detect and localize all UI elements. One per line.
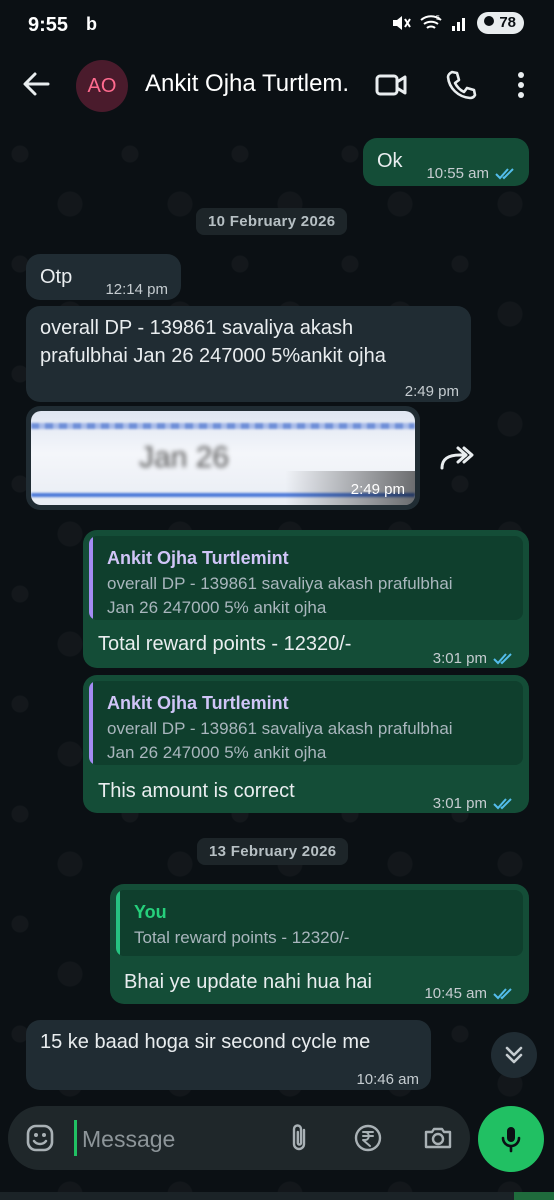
- quote-line: overall DP - 139861 savaliya akash prafu…: [107, 719, 453, 738]
- message-text: Bhai ye update nahi hua hai: [124, 971, 372, 993]
- quote-bar: [116, 890, 120, 956]
- message-time: 12:14 pm: [105, 281, 168, 298]
- carrier-icon: b: [86, 14, 97, 34]
- message-time: 2:49 pm: [404, 383, 459, 400]
- rupee-icon[interactable]: [352, 1122, 384, 1154]
- camera-icon[interactable]: [422, 1122, 454, 1154]
- quoted-message[interactable]: Ankit Ojha Turtlemint overall DP - 13986…: [89, 681, 523, 765]
- system-icons: 5 78: [391, 12, 524, 34]
- quote-text: overall DP - 139861 savaliya akash prafu…: [107, 717, 453, 765]
- message-incoming[interactable]: 15 ke baad hoga sir second cycle me 10:4…: [26, 1020, 431, 1090]
- message-text: This amount is correct: [98, 780, 295, 802]
- message-outgoing[interactable]: Ok 10:55 am: [363, 138, 529, 186]
- quote-sender: You: [134, 902, 167, 922]
- message-image[interactable]: Jan 26 2:49 pm: [26, 406, 420, 510]
- message-meta: 10:45 am: [424, 980, 517, 1008]
- message-outgoing[interactable]: Ankit Ojha Turtlemint overall DP - 13986…: [83, 675, 529, 813]
- phone-icon[interactable]: [444, 68, 478, 102]
- image-thumbnail[interactable]: Jan 26 2:49 pm: [31, 411, 415, 505]
- quote-bar: [89, 536, 93, 620]
- message-meta: 3:01 pm: [433, 645, 517, 673]
- double-check-icon: [495, 168, 514, 180]
- video-call-icon[interactable]: [374, 68, 408, 102]
- quote-line: Jan 26 247000 5% ankit ojha: [107, 743, 327, 762]
- message-outgoing[interactable]: Ankit Ojha Turtlemint overall DP - 13986…: [83, 530, 529, 668]
- message-time: 10:46 am: [356, 1071, 419, 1088]
- double-chevron-down-icon: [505, 1046, 523, 1064]
- double-check-icon: [493, 798, 512, 810]
- message-incoming[interactable]: overall DP - 139861 savaliya akash prafu…: [26, 306, 471, 402]
- quoted-message[interactable]: You Total reward points - 12320/-: [116, 890, 523, 956]
- quoted-message[interactable]: Ankit Ojha Turtlemint overall DP - 13986…: [89, 536, 523, 620]
- wifi-icon: 5: [420, 15, 442, 29]
- double-check-icon: [493, 988, 512, 1000]
- message-time: 3:01 pm: [432, 795, 487, 812]
- quote-text: Total reward points - 12320/-: [134, 926, 349, 950]
- quote-line: overall DP - 139861 savaliya akash prafu…: [107, 574, 453, 593]
- message-time: 10:55 am: [426, 165, 489, 182]
- forward-icon[interactable]: [436, 440, 476, 476]
- battery-indicator: 78: [477, 12, 524, 34]
- network-label: 5: [436, 15, 440, 22]
- chat-header: AO Ankit Ojha Turtlem...: [0, 52, 554, 124]
- message-meta: 3:01 pm: [433, 790, 517, 818]
- image-detail: [31, 423, 415, 429]
- message-line: overall DP - 139861 savaliya akash: [40, 317, 354, 339]
- message-meta: 10:55 am: [426, 160, 519, 188]
- message-time: 3:01 pm: [432, 650, 487, 667]
- date-separator: 10 February 2026: [196, 208, 348, 235]
- status-time: 9:55: [28, 14, 69, 36]
- nav-bar-hint: [0, 1192, 554, 1200]
- message-line: prafulbhai Jan 26 247000 5%ankit ojha: [40, 345, 386, 367]
- attach-icon[interactable]: [284, 1122, 316, 1154]
- message-text: Otp: [40, 266, 73, 288]
- message-time: 10:45 am: [424, 985, 487, 1002]
- sticker-icon[interactable]: [24, 1122, 56, 1154]
- image-text: Jan 26: [139, 441, 230, 474]
- nav-bar-accent: [514, 1192, 554, 1200]
- message-outgoing[interactable]: You Total reward points - 12320/- Bhai y…: [110, 884, 529, 1004]
- signal-icon: [452, 18, 466, 31]
- message-incoming[interactable]: Otp 12:14 pm: [26, 254, 181, 300]
- message-composer: [8, 1106, 470, 1170]
- message-input[interactable]: [80, 1118, 284, 1160]
- avatar[interactable]: AO: [76, 60, 128, 112]
- mic-icon: [501, 1127, 521, 1153]
- quote-text: overall DP - 139861 savaliya akash prafu…: [107, 572, 453, 620]
- text-caret: [74, 1120, 77, 1156]
- message-time: 2:49 pm: [350, 481, 405, 498]
- quote-line: Total reward points - 12320/-: [134, 928, 350, 947]
- quote-line: Jan 26 247000 5% ankit ojha: [107, 598, 327, 617]
- quote-sender: Ankit Ojha Turtlemint: [107, 548, 289, 568]
- message-text: Total reward points - 12320/-: [98, 633, 352, 655]
- message-text: 15 ke baad hoga sir second cycle me: [40, 1031, 371, 1053]
- message-text: Ok: [377, 150, 403, 172]
- double-check-icon: [493, 653, 512, 665]
- status-bar: 9:55 b 5 78: [0, 0, 554, 52]
- date-separator: 13 February 2026: [197, 838, 349, 865]
- scroll-to-bottom-button[interactable]: [491, 1032, 537, 1078]
- contact-name[interactable]: Ankit Ojha Turtlem...: [145, 70, 350, 98]
- quote-bar: [89, 681, 93, 765]
- voice-record-button[interactable]: [478, 1106, 544, 1172]
- back-arrow-icon[interactable]: [18, 66, 54, 102]
- quote-sender: Ankit Ojha Turtlemint: [107, 693, 289, 713]
- mute-icon: [393, 16, 412, 30]
- more-vert-icon[interactable]: [504, 68, 538, 102]
